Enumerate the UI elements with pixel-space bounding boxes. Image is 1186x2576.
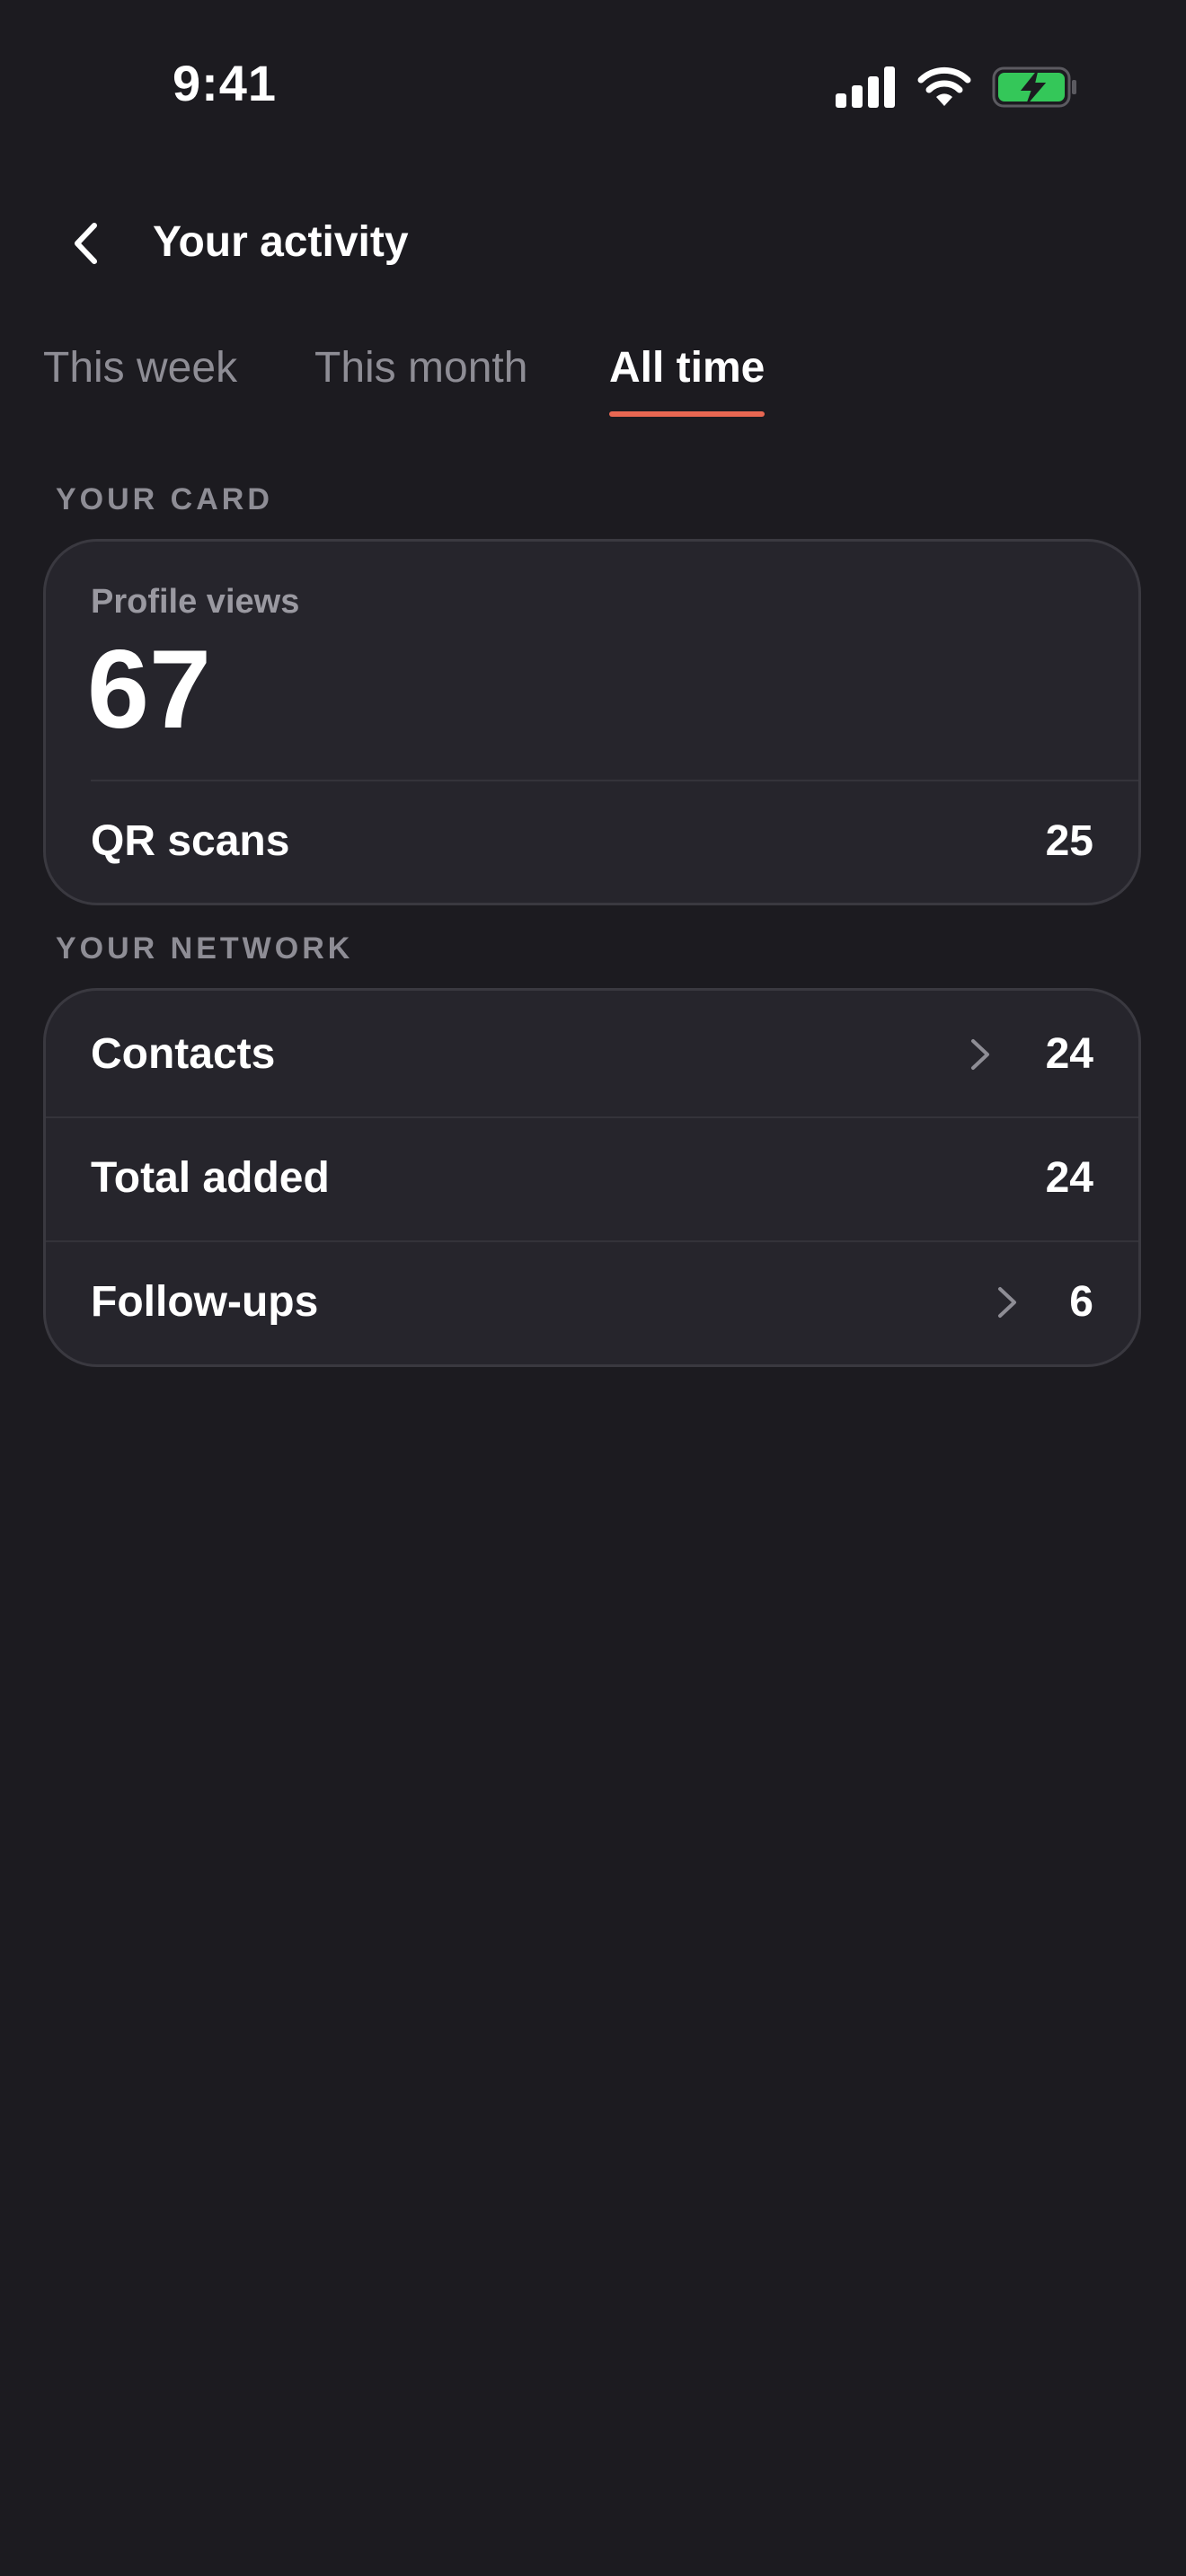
wifi-icon [917,66,971,106]
page-title: Your activity [153,218,409,266]
back-button[interactable] [54,212,117,275]
contacts-row[interactable]: Contacts 24 [46,992,1138,1116]
status-bar: 9:41 [0,0,1186,153]
section-label-your-network: YOUR NETWORK [56,931,354,966]
row-value: 24 [1045,1154,1093,1202]
chevron-right-icon [998,1287,1016,1318]
row-label: Follow-ups [91,1278,319,1326]
row-label: Total added [91,1154,330,1202]
section-label-your-card: YOUR CARD [56,482,273,516]
total-added-row: Total added 24 [46,1116,1138,1240]
status-icons [836,63,1078,111]
your-card-panel: Profile views 67 QR scans 25 [43,539,1141,905]
status-time: 9:41 [172,55,278,111]
tab-label: This week [43,344,238,392]
your-network-panel: Contacts 24 Total added 24 Follow-ups 6 [43,988,1141,1367]
chevron-right-icon [971,1039,989,1070]
row-value: 25 [1045,817,1093,865]
tab-label: This month [314,344,528,392]
header: Your activity [0,198,1186,287]
tab-label: All time [609,344,766,392]
cellular-signal-icon [836,66,895,108]
tab-this-month[interactable]: This month [314,332,527,404]
chevron-left-icon [75,223,97,264]
tab-all-time[interactable]: All time [609,332,766,417]
follow-ups-row[interactable]: Follow-ups 6 [46,1240,1138,1364]
profile-views-value: 67 [87,628,211,752]
row-value: 6 [1069,1278,1093,1326]
battery-charging-icon [992,66,1076,108]
row-label: Contacts [91,1030,276,1078]
qr-scans-row: QR scans 25 [46,780,1138,903]
period-tabs: This week This month All time [0,332,1186,422]
profile-views-label: Profile views [91,583,300,621]
row-label: QR scans [91,817,290,865]
row-value: 24 [1045,1030,1093,1078]
active-tab-indicator [609,411,766,417]
tab-this-week[interactable]: This week [43,332,237,404]
